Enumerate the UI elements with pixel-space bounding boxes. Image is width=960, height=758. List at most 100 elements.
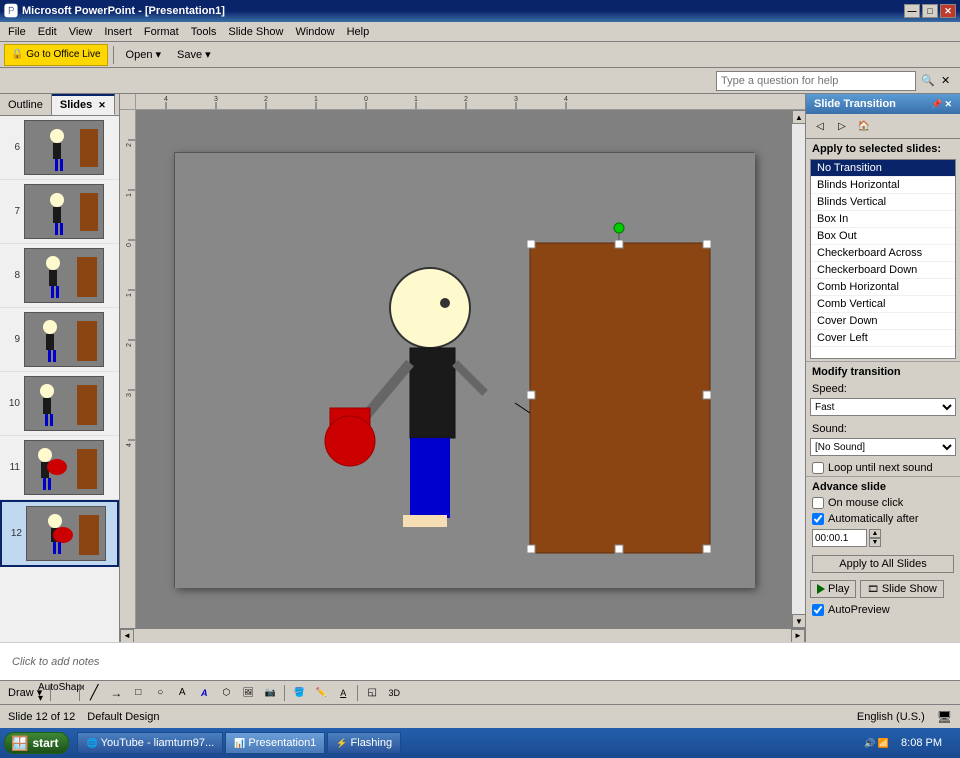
clipart-tool[interactable]: 🖼 xyxy=(238,684,258,702)
design-name: Default Design xyxy=(87,711,159,723)
tab-slides[interactable]: Slides ✕ xyxy=(52,94,115,115)
scroll-up-button[interactable]: ▲ xyxy=(792,110,805,124)
autopreview-row: AutoPreview xyxy=(806,601,960,619)
sound-dropdown[interactable]: [No Sound] xyxy=(810,438,956,456)
help-search-input[interactable] xyxy=(716,71,916,91)
scroll-track[interactable] xyxy=(792,124,805,614)
auto-time-input[interactable] xyxy=(812,529,867,547)
mouse-click-checkbox[interactable] xyxy=(812,497,824,509)
speed-dropdown-container: Fast Medium Slow xyxy=(810,398,956,416)
slide-canvas[interactable] xyxy=(136,110,791,628)
shadow-button[interactable]: ◱ xyxy=(362,684,382,702)
transition-item-box-in[interactable]: Box In xyxy=(811,211,955,228)
transition-item-blinds-v[interactable]: Blinds Vertical xyxy=(811,194,955,211)
arrow-tool[interactable]: → xyxy=(106,684,126,702)
slide-thumb-7[interactable]: 7 xyxy=(0,180,119,244)
taskbar-item-youtube[interactable]: 🌐 YouTube - liamturn97... xyxy=(77,732,223,754)
maximize-button[interactable]: □ xyxy=(922,4,938,18)
transition-item-blinds-h[interactable]: Blinds Horizontal xyxy=(811,177,955,194)
font-color-button[interactable]: A xyxy=(333,684,353,702)
panel-pin-icon[interactable]: 📌 xyxy=(931,99,942,110)
menu-tools[interactable]: Tools xyxy=(185,24,223,40)
fill-color-button[interactable]: 🪣 xyxy=(289,684,309,702)
close-button[interactable]: ✕ xyxy=(940,4,956,18)
slide-thumb-10[interactable]: 10 xyxy=(0,372,119,436)
wordart-tool[interactable]: A xyxy=(194,684,214,702)
panel-tb-btn-3[interactable]: 🏠 xyxy=(854,117,874,135)
menu-edit[interactable]: Edit xyxy=(32,24,63,40)
slide-preview-6 xyxy=(24,120,104,175)
speed-dropdown[interactable]: Fast Medium Slow xyxy=(810,398,956,416)
slide-thumb-8[interactable]: 8 xyxy=(0,244,119,308)
panel-close-icon[interactable]: ✕ xyxy=(98,100,106,111)
panel-tb-btn-2[interactable]: ▷ xyxy=(832,117,852,135)
svg-text:1: 1 xyxy=(314,96,318,103)
panel-tb-btn-1[interactable]: ◁ xyxy=(810,117,830,135)
notes-area[interactable]: Click to add notes xyxy=(0,642,960,680)
line-tool[interactable]: ╱ xyxy=(84,684,104,702)
textbox-tool[interactable]: A xyxy=(172,684,192,702)
apply-all-button[interactable]: Apply to All Slides xyxy=(812,555,954,573)
taskbar-item-presentation[interactable]: 📊 Presentation1 xyxy=(225,732,325,754)
auto-after-checkbox[interactable] xyxy=(812,513,824,525)
time-down-button[interactable]: ▼ xyxy=(869,538,881,547)
scroll-right-button[interactable]: ► xyxy=(791,629,805,643)
transition-item-cover-down[interactable]: Cover Down xyxy=(811,313,955,330)
slide-thumb-9[interactable]: 9 xyxy=(0,308,119,372)
picture-tool[interactable]: 📷 xyxy=(260,684,280,702)
slide-transition-panel: Slide Transition 📌 ✕ ◁ ▷ 🏠 Apply to sele… xyxy=(805,94,960,642)
menu-file[interactable]: File xyxy=(2,24,32,40)
ellipse-tool[interactable]: ○ xyxy=(150,684,170,702)
tab-outline[interactable]: Outline xyxy=(0,94,52,115)
start-button[interactable]: 🪟 start xyxy=(4,732,69,754)
taskbar-items: 🌐 YouTube - liamturn97... 📊 Presentation… xyxy=(77,732,858,754)
menu-insert[interactable]: Insert xyxy=(98,24,138,40)
canvas-scrollbar-bottom[interactable]: ◄ ► xyxy=(120,628,805,642)
diagram-tool[interactable]: ⬡ xyxy=(216,684,236,702)
transition-item-cover-left[interactable]: Cover Left xyxy=(811,330,955,347)
canvas-scrollbar-right[interactable]: ▲ ▼ xyxy=(791,110,805,628)
3d-button[interactable]: 3D xyxy=(384,684,404,702)
slide-thumb-12[interactable]: 12 xyxy=(0,500,119,567)
menu-format[interactable]: Format xyxy=(138,24,185,40)
open-button[interactable]: Open ▾ xyxy=(119,44,169,66)
transition-item-box-out[interactable]: Box Out xyxy=(811,228,955,245)
scroll-down-button[interactable]: ▼ xyxy=(792,614,805,628)
transition-item-comb-h[interactable]: Comb Horizontal xyxy=(811,279,955,296)
menu-window[interactable]: Window xyxy=(289,24,340,40)
office-live-button[interactable]: 🔒 Go to Office Live xyxy=(4,44,108,66)
panel-close-icon[interactable]: ✕ xyxy=(944,99,952,110)
close-help-button[interactable]: ✕ xyxy=(940,70,956,92)
window-controls: — □ ✕ xyxy=(904,4,956,18)
taskbar-item-flashing[interactable]: ⚡ Flashing xyxy=(327,732,401,754)
transition-item-checker-across[interactable]: Checkerboard Across xyxy=(811,245,955,262)
ppt-icon: 📊 xyxy=(234,738,245,749)
play-button[interactable]: Play xyxy=(810,580,856,598)
loop-label: Loop until next sound xyxy=(828,462,933,474)
transition-item-comb-v[interactable]: Comb Vertical xyxy=(811,296,955,313)
language-info: English (U.S.) xyxy=(857,711,925,723)
scroll-left-button[interactable]: ◄ xyxy=(120,629,134,643)
slide-preview-9 xyxy=(24,312,104,367)
line-color-button[interactable]: ✏️ xyxy=(311,684,331,702)
time-up-button[interactable]: ▲ xyxy=(869,529,881,538)
slide-thumb-11[interactable]: 11 xyxy=(0,436,119,500)
rect-tool[interactable]: □ xyxy=(128,684,148,702)
save-button[interactable]: Save ▾ xyxy=(170,44,218,66)
menu-slideshow[interactable]: Slide Show xyxy=(222,24,289,40)
minimize-button[interactable]: — xyxy=(904,4,920,18)
slideshow-button[interactable]: 🎞 Slide Show xyxy=(860,580,943,598)
help-search-button[interactable]: 🔍 xyxy=(920,70,936,92)
autoshapes-button[interactable]: AutoShapes ▾ xyxy=(55,684,75,702)
menu-view[interactable]: View xyxy=(63,24,99,40)
slide-main[interactable] xyxy=(174,152,754,587)
transition-item-checker-down[interactable]: Checkerboard Down xyxy=(811,262,955,279)
transition-item-no-transition[interactable]: No Transition xyxy=(811,160,955,177)
menu-help[interactable]: Help xyxy=(341,24,376,40)
transition-list[interactable]: No Transition Blinds Horizontal Blinds V… xyxy=(810,159,956,359)
slide-thumb-6[interactable]: 6 xyxy=(0,116,119,180)
loop-checkbox[interactable] xyxy=(812,462,824,474)
time-spinners: ▲ ▼ xyxy=(869,529,881,547)
autopreview-checkbox[interactable] xyxy=(812,604,824,616)
sound-row: Sound: xyxy=(806,420,960,438)
